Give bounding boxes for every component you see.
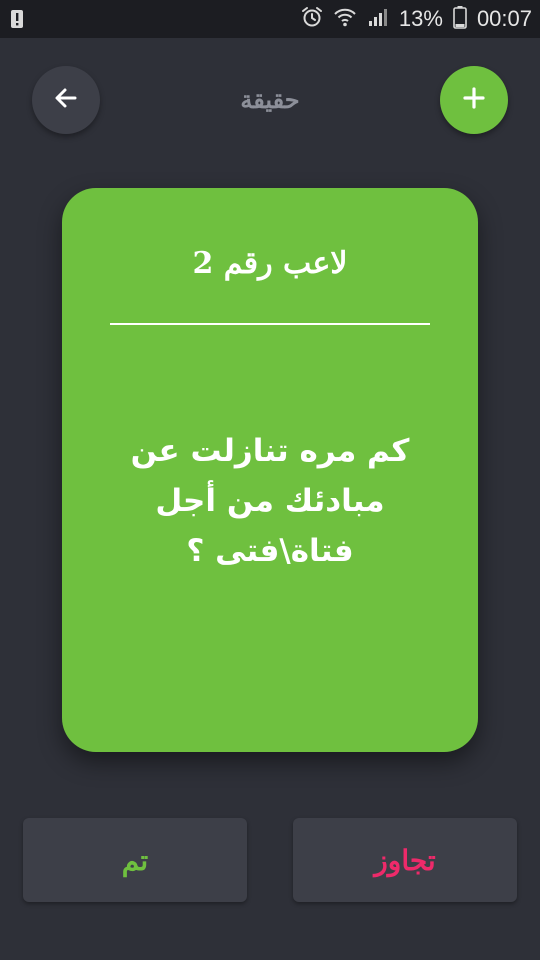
add-button[interactable]	[440, 66, 508, 134]
question-card: لاعب رقم 2 كم مره تنازلت عن مبادئك من أج…	[62, 188, 478, 752]
battery-percent: 13%	[398, 6, 443, 31]
status-bar: 13% 00:07	[0, 0, 540, 38]
skip-button[interactable]: تجاوز	[293, 818, 517, 902]
page-title: حقيقة	[240, 85, 300, 114]
alert-icon	[10, 9, 24, 29]
back-button[interactable]	[32, 66, 100, 134]
done-button[interactable]: تم	[23, 818, 247, 902]
alarm-icon	[301, 6, 323, 33]
player-label: لاعب رقم 2	[192, 246, 348, 281]
signal-icon	[367, 6, 389, 33]
card-divider	[110, 323, 430, 325]
clock: 00:07	[476, 6, 532, 31]
battery-icon	[453, 5, 467, 34]
status-indicators: 13% 00:07	[301, 0, 532, 38]
plus-icon	[462, 86, 486, 114]
wifi-icon	[333, 6, 357, 33]
question-text: كم مره تنازلت عن مبادئك من أجل فتاة\فتى …	[130, 433, 410, 569]
arrow-left-icon	[53, 85, 79, 115]
